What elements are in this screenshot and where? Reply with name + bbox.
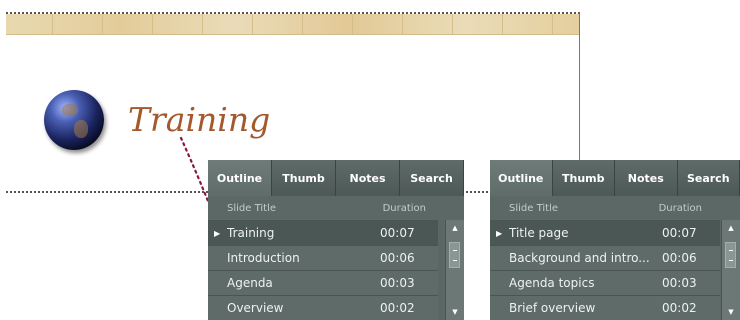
slide-list: ▶ Training 00:07 Introduction 00:06 Agen… <box>208 220 464 320</box>
tab-notes[interactable]: Notes <box>336 160 400 196</box>
scrollbar[interactable]: ▲ ▼ <box>445 220 464 320</box>
list-item[interactable]: Agenda topics 00:03 <box>490 270 720 295</box>
right-triangle-icon: ▶ <box>496 228 503 238</box>
outline-panel-2: Outline Thumb Notes Search Slide Title D… <box>490 160 740 320</box>
column-duration: Duration <box>658 202 702 214</box>
row-title: Overview <box>227 301 284 315</box>
row-duration: 00:03 <box>380 276 415 290</box>
tab-notes[interactable]: Notes <box>615 160 678 196</box>
row-duration: 00:06 <box>380 251 415 265</box>
slide-list: ▶ Title page 00:07 Background and intro.… <box>490 220 740 320</box>
row-title: Background and intro... <box>509 251 650 265</box>
row-duration: 00:03 <box>662 276 697 290</box>
row-title: Training <box>227 226 275 240</box>
row-duration: 00:02 <box>380 301 415 315</box>
up-arrow-icon[interactable]: ▲ <box>446 220 464 236</box>
column-header: Slide Title Duration <box>490 196 740 220</box>
up-arrow-icon[interactable]: ▲ <box>722 220 740 236</box>
down-arrow-icon[interactable]: ▼ <box>446 304 464 320</box>
row-duration: 00:06 <box>662 251 697 265</box>
list-item[interactable]: Agenda 00:03 <box>208 270 438 295</box>
column-header: Slide Title Duration <box>208 196 464 220</box>
list-item[interactable]: Background and intro... 00:06 <box>490 245 720 270</box>
list-item[interactable]: ▶ Title page 00:07 <box>490 220 720 245</box>
row-duration: 00:07 <box>662 226 697 240</box>
list-item[interactable]: Brief overview 00:02 <box>490 295 720 320</box>
column-slide-title: Slide Title <box>509 202 559 214</box>
tab-search[interactable]: Search <box>677 160 740 196</box>
panel-tabs: Outline Thumb Notes Search <box>490 160 740 196</box>
list-item[interactable]: Overview 00:02 <box>208 295 438 320</box>
outline-panel-1: Outline Thumb Notes Search Slide Title D… <box>208 160 464 320</box>
tab-thumb[interactable]: Thumb <box>552 160 615 196</box>
tab-search[interactable]: Search <box>400 160 464 196</box>
right-triangle-icon: ▶ <box>214 228 221 238</box>
row-duration: 00:02 <box>662 301 697 315</box>
row-title: Agenda topics <box>509 276 595 290</box>
panel-tabs: Outline Thumb Notes Search <box>208 160 464 196</box>
scrollbar[interactable]: ▲ ▼ <box>721 220 740 320</box>
tab-outline[interactable]: Outline <box>208 160 272 196</box>
tab-thumb[interactable]: Thumb <box>272 160 336 196</box>
column-duration: Duration <box>382 202 426 214</box>
scroll-thumb[interactable] <box>725 242 736 268</box>
row-duration: 00:07 <box>380 226 415 240</box>
row-title: Brief overview <box>509 301 596 315</box>
row-title: Introduction <box>227 251 300 265</box>
down-arrow-icon[interactable]: ▼ <box>722 304 740 320</box>
row-title: Agenda <box>227 276 273 290</box>
row-title: Title page <box>509 226 569 240</box>
list-item[interactable]: ▶ Training 00:07 <box>208 220 438 245</box>
tab-outline[interactable]: Outline <box>490 160 553 196</box>
list-item[interactable]: Introduction 00:06 <box>208 245 438 270</box>
scroll-thumb[interactable] <box>449 242 460 268</box>
column-slide-title: Slide Title <box>227 202 277 214</box>
